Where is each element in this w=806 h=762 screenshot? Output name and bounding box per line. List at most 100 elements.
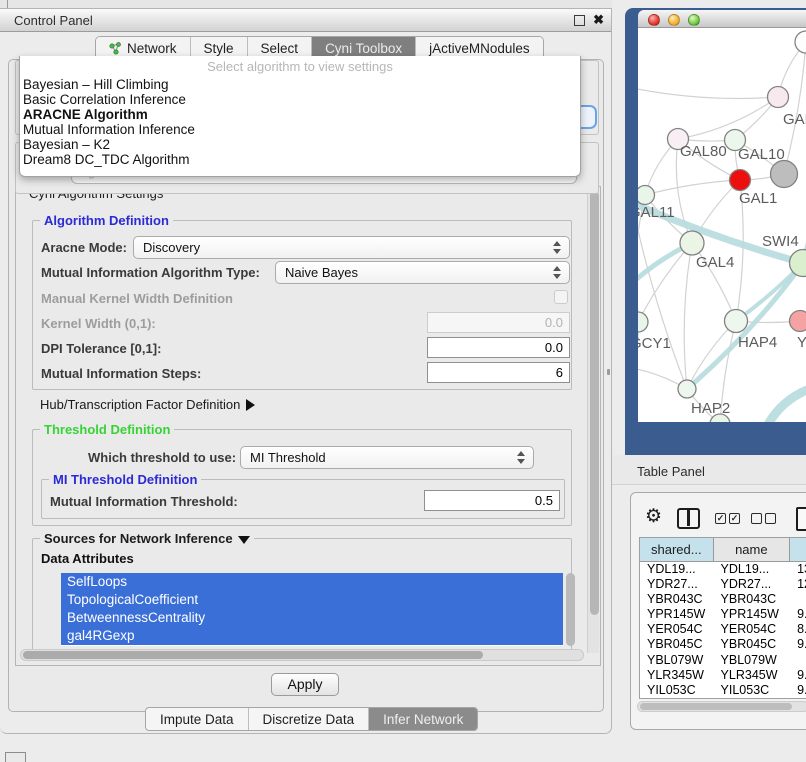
table-horizontal-scrollbar[interactable] [637,701,806,712]
collapse-down-icon [238,536,250,544]
close-traffic-light-icon[interactable] [648,14,660,26]
attribute-item-topologicalcoefficient[interactable]: TopologicalCoefficient [61,591,563,609]
mi-threshold-field[interactable]: 0.5 [424,490,560,511]
network-node-gal11[interactable] [638,186,655,205]
network-node-gal4[interactable] [680,231,704,255]
table-row-ybr043c[interactable]: YBR043CYBR043C [640,592,806,607]
network-node-label: HAP2 [691,400,730,417]
network-node-gal1[interactable] [730,170,751,191]
document-icon[interactable] [796,507,806,531]
manual-kernel-label: Manual Kernel Width Definition [41,291,233,306]
bottom-tab-discretize-data[interactable]: Discretize Data [249,708,370,730]
mi-threshold-title: MI Threshold Definition [49,472,201,487]
mi-algorithm-type-combo[interactable]: Naive Bayes [275,261,570,284]
split-columns-icon[interactable] [677,508,700,529]
cyni-toolbox-panel: galFiltered.sif default node Select algo… [8,59,604,712]
which-threshold-combo[interactable]: MI Threshold [240,446,534,469]
network-view-window: GALGAL80GAL10GAL1GAL11GAL4SWI4HAP4YGCY1H… [625,8,806,455]
algorithm-option-bayesian-hill-climbing[interactable]: Bayesian – Hill Climbing [20,77,580,92]
network-window-titlebar [638,10,806,28]
algorithm-dropdown-popup: Select algorithm to view settings Bayesi… [19,56,581,177]
panel-splitter-handle[interactable] [607,369,610,375]
network-node-label: GAL [783,111,806,128]
network-edge [784,42,806,174]
network-icon [109,42,122,55]
network-node-label: Y [797,334,806,351]
network-node-label: GAL80 [680,143,727,160]
attribute-item-gal4rgexp[interactable]: gal4RGexp [61,627,563,645]
table-row-yil053c[interactable]: YIL053CYIL053C9. [640,683,806,698]
table-row-ydl19-[interactable]: YDL19...YDL19...13 [640,562,806,577]
algorithm-option-basic-correlation-inference[interactable]: Basic Correlation Inference [20,92,580,107]
attribute-item-betweennesscentrality[interactable]: BetweennessCentrality [61,609,563,627]
network-edge [766,388,806,422]
network-edge [645,180,740,195]
attributes-list-scrollbar[interactable] [566,573,575,646]
network-node-label: HAP4 [738,334,777,351]
network-node-label: GAL4 [696,254,734,271]
zoom-traffic-light-icon[interactable] [688,14,700,26]
bottom-tab-infer-network[interactable]: Infer Network [369,708,477,730]
network-canvas[interactable]: GALGAL80GAL10GAL1GAL11GAL4SWI4HAP4YGCY1H… [638,28,806,422]
column-header-2[interactable] [790,538,806,561]
deselect-all-checkboxes-icon[interactable] [751,513,776,524]
settings-horizontal-scrollbar[interactable] [20,649,584,661]
table-row-yer054c[interactable]: YER054CYER054C8. [640,622,806,637]
control-panel-window: Control Panel ✖ NetworkStyleSelectCyni T… [0,8,612,734]
close-icon[interactable]: ✖ [593,12,604,28]
sources-group: Sources for Network Inference Data Attri… [32,538,572,660]
minimized-panel-icon[interactable] [5,752,26,762]
float-window-icon[interactable] [574,15,585,26]
network-edge [638,243,692,322]
data-attributes-label: Data Attributes [41,551,134,566]
hub-definition-toggle[interactable]: Hub/Transcription Factor Definition [40,397,255,412]
table-row-ylr345w[interactable]: YLR345WYLR345W9. [640,668,806,683]
bottom-tab-impute-data[interactable]: Impute Data [146,708,249,730]
aracne-mode-label: Aracne Mode: [41,240,127,255]
combo-spinner-icon [553,266,562,280]
algorithm-option-aracne-algorithm[interactable]: ARACNE Algorithm [20,107,580,122]
network-node[interactable] [795,31,806,53]
threshold-definition-group: Threshold Definition Which threshold to … [32,429,572,526]
network-node-hap2[interactable] [678,380,696,398]
table-row-ypr145w[interactable]: YPR145WYPR145W9. [640,607,806,622]
column-header-shared-[interactable]: shared... [640,538,714,561]
settings-vertical-scrollbar[interactable] [587,189,599,653]
apply-button[interactable]: Apply [271,673,339,696]
manual-kernel-checkbox[interactable] [554,290,568,304]
network-node-y[interactable] [790,311,806,332]
combo-spinner-icon [517,451,526,465]
bottom-tabbar: Impute DataDiscretize DataInfer Network [145,707,478,731]
table-row-ydr27-[interactable]: YDR27...YDR27...12 [640,577,806,592]
table-body: YDL19...YDL19...13YDR27...YDR27...12YBR0… [640,562,806,698]
dpi-tolerance-field[interactable]: 0.0 [427,337,570,358]
minimize-traffic-light-icon[interactable] [668,14,680,26]
kernel-width-field[interactable]: 0.0 [427,312,570,333]
network-node-label: GAL11 [638,204,675,221]
cyni-algorithm-settings-pane: Cyni Algorithm Settings Algorithm Defini… [15,186,601,666]
network-node-hap4[interactable] [725,310,748,333]
threshold-definition-title: Threshold Definition [40,422,174,437]
network-node-gal[interactable] [768,87,789,108]
table-row-ybr045c[interactable]: YBR045CYBR045C9. [640,637,806,652]
attribute-item-selfloops[interactable]: SelfLoops [61,573,563,591]
algorithm-option-bayesian-k2[interactable]: Bayesian – K2 [20,137,580,152]
algorithm-option-mutual-information-inference[interactable]: Mutual Information Inference [20,122,580,137]
algorithm-definition-group: Algorithm Definition Aracne Mode: Discov… [32,220,572,390]
select-all-checkboxes-icon[interactable]: ✓✓ [715,513,740,524]
sources-title[interactable]: Sources for Network Inference [40,531,254,546]
network-node-gcy1[interactable] [638,312,648,332]
table-header-row: shared...name [640,538,806,562]
network-node-label: GAL1 [739,190,777,207]
network-node[interactable] [771,161,798,188]
gear-icon[interactable]: ⚙ [645,505,662,528]
algorithm-option-dream8-dc-tdc-algorithm[interactable]: Dream8 DC_TDC Algorithm [20,152,580,167]
column-header-name[interactable]: name [714,538,791,561]
node-table: shared...name YDL19...YDL19...13YDR27...… [639,537,806,699]
table-toolbar: ⚙ ✓✓ [631,499,806,537]
network-node-label: GAL10 [738,146,785,163]
table-row-ybl079w[interactable]: YBL079WYBL079W [640,653,806,668]
network-node-label: GCY1 [638,335,671,352]
mi-steps-field[interactable]: 6 [427,362,570,383]
aracne-mode-combo[interactable]: Discovery [133,236,570,259]
